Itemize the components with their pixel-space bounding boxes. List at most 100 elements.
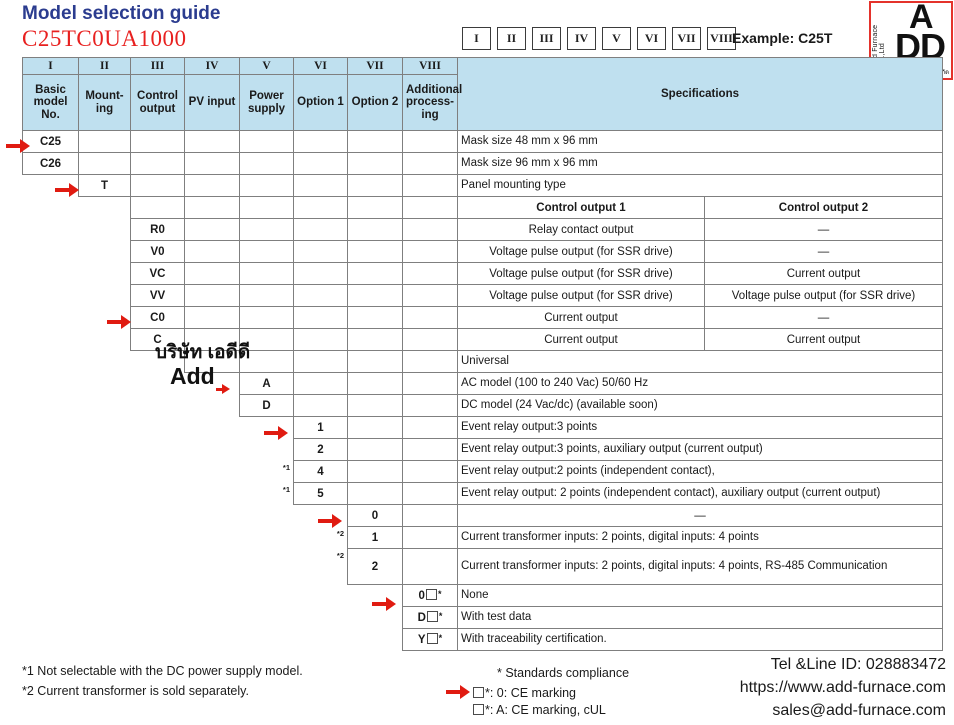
row-code: 5 (293, 482, 348, 505)
row-code: C25 (22, 130, 79, 153)
row-spec-1: Current output (457, 328, 705, 351)
contact-tel: Tel &Line ID: 028883472 (770, 656, 946, 673)
row-spec-2: Current output (704, 262, 943, 285)
row-code: 2 (293, 438, 348, 461)
row-spec-1: Current output (457, 306, 705, 329)
row-code: C26 (22, 152, 79, 175)
table-row: Control output 1 Control output 2 (23, 196, 943, 219)
table-row: D * With test data (23, 606, 943, 629)
contact-block: Tel &Line ID: 028883472 https://www.add-… (740, 653, 946, 722)
row-code: 2 (347, 548, 403, 585)
roman-box-5: V (602, 27, 631, 50)
model-selection-guide-page: Model selection guide C25TC0UA1000 I II … (0, 0, 954, 725)
row-spec: Universal (457, 350, 943, 373)
header-roman-1: I (22, 57, 79, 75)
page-title: Model selection guide (22, 3, 221, 24)
checkbox-icon[interactable] (425, 589, 437, 600)
header-roman-8: VIII (402, 57, 458, 75)
roman-box-4: IV (567, 27, 596, 50)
header-col-mounting: Mount-ing (78, 74, 131, 131)
row-star: * (437, 589, 442, 599)
table-row: *1 4 Event relay output:2 points (indepe… (23, 460, 943, 483)
row-spec: Event relay output:2 points (independent… (457, 460, 943, 483)
table-row: VV Voltage pulse output (for SSR drive) … (23, 284, 943, 307)
table-row: C0 Current output — (23, 306, 943, 329)
standards-option-1-label: *: 0: CE marking (485, 686, 577, 700)
table-row: C25 Mask size 48 mm x 96 mm (22, 130, 943, 153)
header-roman-3: III (130, 57, 185, 75)
header-col-control-output: Control output (130, 74, 185, 131)
contact-email[interactable]: sales@add-furnace.com (740, 699, 946, 722)
row-spec: Event relay output: 2 points (independen… (457, 482, 943, 505)
roman-box-7: VII (672, 27, 701, 50)
table-row: R0 Relay contact output — (23, 218, 943, 241)
row-spec: Event relay output:3 points (457, 416, 943, 439)
row-code: VC (130, 262, 185, 285)
checkbox-icon[interactable] (473, 704, 484, 715)
row-spec-1: Relay contact output (457, 218, 705, 241)
header-roman-4: IV (184, 57, 240, 75)
row-spec: Current transformer inputs: 2 points, di… (457, 526, 943, 549)
row-spec-1: Voltage pulse output (for SSR drive) (457, 262, 705, 285)
row-spec: Mask size 48 mm x 96 mm (457, 130, 943, 153)
table-row: VC Voltage pulse output (for SSR drive) … (23, 262, 943, 285)
row-footnote-marker: *2 (336, 550, 344, 560)
row-spec: Current transformer inputs: 2 points, di… (457, 548, 943, 585)
row-spec: DC model (24 Vac/dc) (available soon) (457, 394, 943, 417)
checkbox-icon[interactable] (426, 611, 438, 622)
row-code: 1 (347, 526, 403, 549)
header-roman-2: II (78, 57, 131, 75)
table-row: A AC model (100 to 240 Vac) 50/60 Hz (23, 372, 943, 395)
row-spec-2: — (704, 306, 943, 329)
table-roman-header-row: I II III IV V VI VII VIII Specifications (22, 57, 943, 131)
header-col-option-1: Option 1 (293, 74, 348, 131)
row-code: D (239, 394, 294, 417)
row-spec: None (457, 584, 943, 607)
row-code: T (78, 174, 131, 197)
table-row: *2 1 Current transformer inputs: 2 point… (23, 526, 943, 549)
row-code: C0 (130, 306, 185, 329)
row-code: 0 (347, 504, 403, 527)
watermark-latin: Add (170, 363, 215, 389)
header-col-power-supply: Power supply (239, 74, 294, 131)
checkbox-icon[interactable] (473, 687, 484, 698)
specifications-header: Specifications (457, 57, 943, 131)
table-row: V0 Voltage pulse output (for SSR drive) … (23, 240, 943, 263)
row-code: A (239, 372, 294, 395)
checkbox-icon[interactable] (426, 633, 438, 644)
row-spec: With test data (457, 606, 943, 629)
row-spec: AC model (100 to 240 Vac) 50/60 Hz (457, 372, 943, 395)
table-row: 1 Event relay output:3 points (23, 416, 943, 439)
row-code: D (417, 612, 426, 624)
contact-website[interactable]: https://www.add-furnace.com (740, 676, 946, 699)
row-star: * (438, 633, 443, 643)
row-code: VV (130, 284, 185, 307)
row-spec: With traceability certification. (457, 628, 943, 651)
row-spec: Mask size 96 mm x 96 mm (457, 152, 943, 175)
table-row: D DC model (24 Vac/dc) (available soon) (23, 394, 943, 417)
header-roman-5: V (239, 57, 294, 75)
table-row: 0 — (23, 504, 943, 527)
header-col-option-2: Option 2 (347, 74, 403, 131)
row-code: Y (417, 634, 426, 646)
row-footnote-marker: *2 (336, 528, 344, 538)
row-footnote-marker: *1 (282, 484, 290, 494)
row-code-with-checkbox: 0 * (402, 584, 458, 607)
row-spec-1: Voltage pulse output (for SSR drive) (457, 284, 705, 307)
header-col-basic-model: Basic model No. (22, 74, 79, 131)
table-row: 2 Event relay output:3 points, auxiliary… (23, 438, 943, 461)
row-spec: — (457, 504, 943, 527)
roman-numeral-box-row: I II III IV V VI VII VIII (462, 27, 736, 50)
row-code: 4 (293, 460, 348, 483)
row-spec-1: Voltage pulse output (for SSR drive) (457, 240, 705, 263)
row-code-with-checkbox: D * (402, 606, 458, 629)
header-roman-7: VII (347, 57, 403, 75)
model-code: C25TC0UA1000 (22, 26, 187, 51)
example-label: Example: C25T (732, 30, 833, 46)
row-spec-2: Current output (704, 328, 943, 351)
standards-option-1: *: 0: CE marking (472, 686, 576, 700)
table-row: *1 5 Event relay output: 2 points (indep… (23, 482, 943, 505)
header-col-pv-input: PV input (184, 74, 240, 131)
table-row: C26 Mask size 96 mm x 96 mm (22, 152, 943, 175)
row-star: * (438, 611, 443, 621)
